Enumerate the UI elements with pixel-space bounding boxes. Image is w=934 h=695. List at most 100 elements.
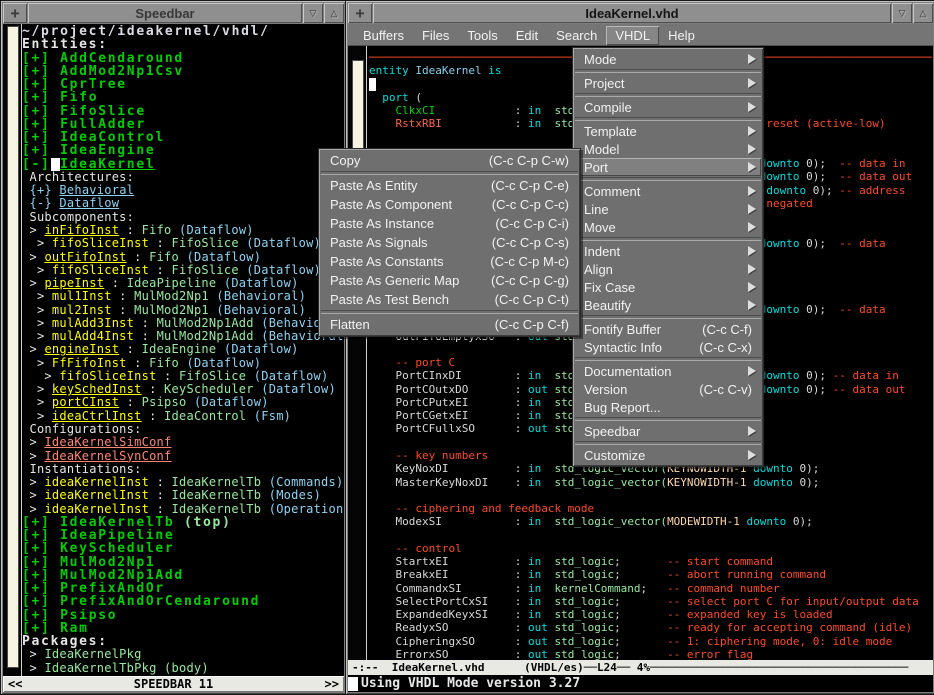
menu-item-label: Documentation xyxy=(584,364,742,379)
speedbar-link[interactable]: portCInst xyxy=(52,396,119,409)
text-segment: > xyxy=(22,304,52,317)
menu-item-mode[interactable]: Mode xyxy=(575,50,761,68)
text-segment: : xyxy=(142,383,164,396)
text-segment: -- data out xyxy=(839,170,912,183)
menubar-item-vhdl[interactable]: VHDL xyxy=(606,26,659,45)
menu-item-model[interactable]: Model xyxy=(575,140,761,158)
speedbar-line[interactable]: > pipeInst : IdeaPipeline (Dataflow) xyxy=(22,277,344,290)
submenu-arrow-icon xyxy=(748,246,756,256)
speedbar-line[interactable]: > keySchedInst : KeyScheduler (Dataflow) xyxy=(22,383,344,396)
speedbar-line: [+] IdeaControl xyxy=(22,131,344,144)
text-segment: : xyxy=(515,555,528,568)
menu-item-syntactic-info[interactable]: Syntactic Info(C-c C-x) xyxy=(575,338,761,356)
window-menu-icon[interactable]: + xyxy=(348,3,372,23)
menu-item-port[interactable]: Port xyxy=(575,158,761,176)
text-segment xyxy=(541,608,554,621)
menu-item-indent[interactable]: Indent xyxy=(575,242,761,260)
text-segment: KeyNoxDI xyxy=(369,462,448,475)
text-segment: FifoSlice xyxy=(60,105,146,118)
submenu-item-paste-as-entity[interactable]: Paste As Entity(C-c C-p C-e) xyxy=(321,176,578,195)
speedbar-tree[interactable]: ~/project/ideakernel/vhdl/Entities:[+] A… xyxy=(22,25,344,676)
text-segment: downto xyxy=(747,515,787,528)
submenu-item-flatten[interactable]: Flatten(C-c C-p C-f) xyxy=(321,315,578,334)
speedbar-link[interactable]: IdeaKernel xyxy=(60,158,155,171)
speedbar-link[interactable]: engineInst xyxy=(44,343,119,356)
submenu-item-paste-as-constants[interactable]: Paste As Constants(C-c C-p M-c) xyxy=(321,252,578,271)
speedbar-line[interactable]: {-} Dataflow xyxy=(22,197,344,210)
speedbar-content[interactable]: ~/project/ideakernel/vhdl/Entities:[+] A… xyxy=(3,24,344,676)
menu-item-customize[interactable]: Customize xyxy=(575,446,761,464)
menu-item-version[interactable]: Version(C-c C-v) xyxy=(575,380,761,398)
menu-item-compile[interactable]: Compile xyxy=(575,98,761,116)
scroll-right-button[interactable]: >> xyxy=(325,677,339,691)
window-shade-icon[interactable]: ▽ xyxy=(303,3,323,23)
menu-item-beautify[interactable]: Beautify xyxy=(575,296,761,314)
menubar-item-edit[interactable]: Edit xyxy=(507,26,547,45)
menu-item-move[interactable]: Move xyxy=(575,218,761,236)
menu-item-label: Copy xyxy=(330,153,481,168)
window-menu-icon[interactable]: + xyxy=(3,3,27,23)
menubar-item-tools[interactable]: Tools xyxy=(458,26,506,45)
submenu-item-paste-as-signals[interactable]: Paste As Signals(C-c C-p C-s) xyxy=(321,233,578,252)
menubar-item-buffers[interactable]: Buffers xyxy=(354,26,413,45)
submenu-item-copy[interactable]: Copy(C-c C-p C-w) xyxy=(321,151,578,170)
speedbar-line[interactable]: > engineInst : IdeaEngine (Dataflow) xyxy=(22,343,344,356)
text-segment: : xyxy=(134,317,156,330)
speedbar-scrollbar-thumb[interactable] xyxy=(7,26,19,668)
text-segment: in xyxy=(528,104,541,117)
window-shade-icon[interactable]: ▽ xyxy=(892,3,912,23)
speedbar-line[interactable]: > IdeaKernelSynConf xyxy=(22,450,344,463)
text-segment: > xyxy=(22,277,44,290)
text-segment: PortCInxDI xyxy=(369,369,462,382)
speedbar-link[interactable]: Behavioral xyxy=(59,184,134,197)
minibuffer-cursor xyxy=(348,677,358,691)
submenu-arrow-icon xyxy=(748,54,756,64)
speedbar-line[interactable]: > inFifoInst : Fifo (Dataflow) xyxy=(22,224,344,237)
text-segment: : xyxy=(515,476,528,489)
speedbar-line[interactable]: [-] IdeaKernel xyxy=(22,158,344,171)
speedbar-link[interactable]: inFifoInst xyxy=(44,224,119,237)
menu-item-align[interactable]: Align xyxy=(575,260,761,278)
speedbar-line[interactable]: {+} Behavioral xyxy=(22,184,344,197)
menu-item-template[interactable]: Template xyxy=(575,122,761,140)
speedbar-link[interactable]: pipeInst xyxy=(44,277,104,290)
window-raise-icon[interactable]: △ xyxy=(324,3,344,23)
scroll-left-button[interactable]: << xyxy=(8,677,22,691)
menubar-item-files[interactable]: Files xyxy=(413,26,458,45)
speedbar-line[interactable]: > outFifoInst : Fifo (Dataflow) xyxy=(22,251,344,264)
speedbar-link[interactable]: keySchedInst xyxy=(52,383,142,396)
menu-separator xyxy=(575,315,761,319)
menubar-item-help[interactable]: Help xyxy=(659,26,704,45)
speedbar-line[interactable]: > IdeaKernelSimConf xyxy=(22,436,344,449)
text-segment: (Dataflow) xyxy=(179,224,254,237)
speedbar-line[interactable]: > portCInst : Psipso (Dataflow) xyxy=(22,396,344,409)
speedbar-link[interactable]: Dataflow xyxy=(59,197,119,210)
menu-item-bug-report[interactable]: Bug Report... xyxy=(575,398,761,416)
submenu-item-paste-as-test-bench[interactable]: Paste As Test Bench(C-c C-p C-t) xyxy=(321,290,578,309)
menu-separator xyxy=(575,93,761,97)
submenu-item-paste-as-component[interactable]: Paste As Component(C-c C-p C-c) xyxy=(321,195,578,214)
text-segment: : xyxy=(119,343,141,356)
window-raise-icon[interactable]: △ xyxy=(913,3,933,23)
menu-item-fix-case[interactable]: Fix Case xyxy=(575,278,761,296)
menu-item-project[interactable]: Project xyxy=(575,74,761,92)
speedbar-link[interactable]: outFifoInst xyxy=(44,251,126,264)
menu-item-documentation[interactable]: Documentation xyxy=(575,362,761,380)
menu-item-fontify-buffer[interactable]: Fontify Buffer(C-c C-f) xyxy=(575,320,761,338)
menubar-item-search[interactable]: Search xyxy=(547,26,606,45)
speedbar-scrollbar[interactable] xyxy=(3,24,22,676)
menu-item-line[interactable]: Line xyxy=(575,200,761,218)
menu-item-comment[interactable]: Comment xyxy=(575,182,761,200)
text-segment: : xyxy=(157,370,179,383)
text-segment: -- control xyxy=(396,542,462,555)
speedbar-link[interactable]: IdeaKernelSimConf xyxy=(44,436,171,449)
submenu-item-paste-as-instance[interactable]: Paste As Instance(C-c C-p C-i) xyxy=(321,214,578,233)
editor-scrollbar[interactable] xyxy=(348,46,367,660)
submenu-item-paste-as-generic-map[interactable]: Paste As Generic Map(C-c C-p C-g) xyxy=(321,271,578,290)
speedbar-line[interactable]: > ideaCtrlInst : IdeaControl (Fsm) xyxy=(22,410,344,423)
text-segment xyxy=(179,251,186,264)
speedbar-link[interactable]: ideaCtrlInst xyxy=(52,410,142,423)
text-segment: (Dataflow) xyxy=(194,396,269,409)
menu-item-speedbar[interactable]: Speedbar xyxy=(575,422,761,440)
speedbar-link[interactable]: IdeaKernelSynConf xyxy=(44,450,171,463)
